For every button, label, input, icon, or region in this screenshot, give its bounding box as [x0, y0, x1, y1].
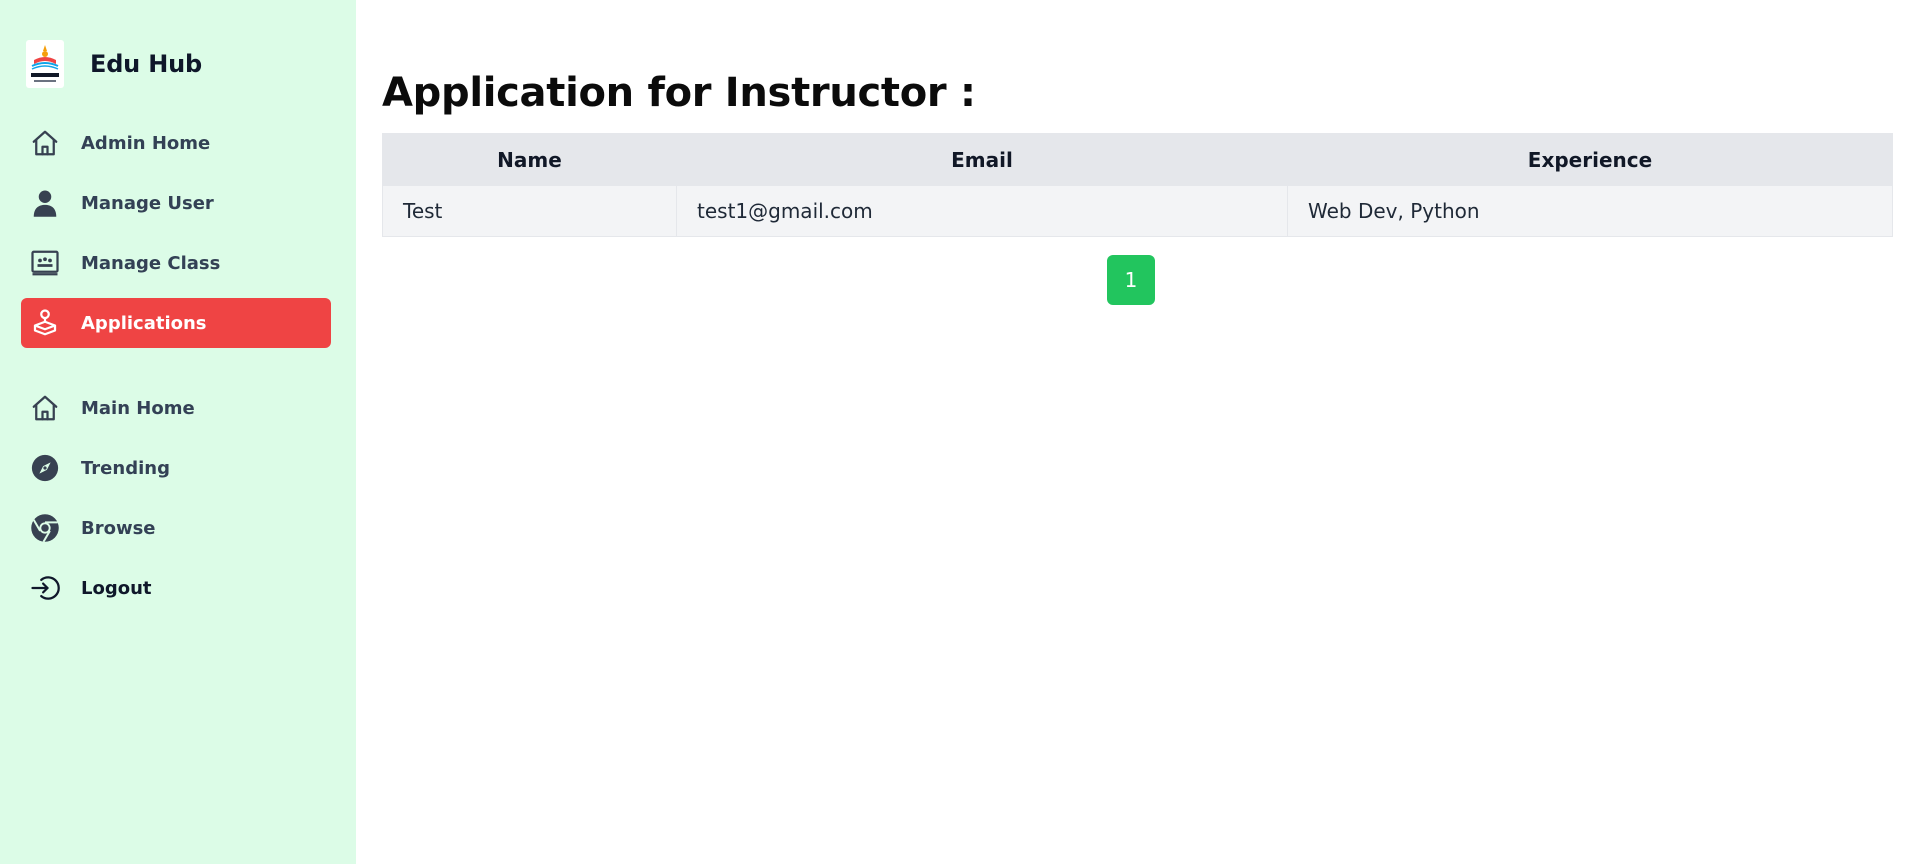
sidebar: Edu Hub Admin Home Manage User Manage Cl…: [0, 0, 356, 864]
main-nav: Main Home Trending Browse Logout: [21, 383, 331, 623]
main-content: Application for Instructor : Name Email …: [382, 0, 1893, 864]
admin-nav: Admin Home Manage User Manage Class Appl…: [21, 118, 331, 358]
sidebar-item-label: Applications: [81, 312, 207, 334]
sidebar-item-label: Manage User: [81, 192, 214, 214]
column-header-email: Email: [676, 133, 1288, 186]
sidebar-item-label: Admin Home: [81, 132, 211, 154]
sidebar-item-label: Browse: [81, 517, 156, 539]
table-row[interactable]: Test test1@gmail.com Web Dev, Python: [382, 185, 1893, 237]
cell-email: test1@gmail.com: [676, 185, 1288, 237]
column-header-name: Name: [382, 133, 677, 186]
table-header-row: Name Email Experience: [382, 133, 1893, 186]
cell-experience: Web Dev, Python: [1287, 185, 1893, 237]
sidebar-item-label: Main Home: [81, 397, 195, 419]
sidebar-item-label: Trending: [81, 457, 170, 479]
sidebar-item-label: Logout: [81, 577, 152, 599]
sidebar-item-main-home[interactable]: Main Home: [21, 383, 331, 433]
sidebar-item-label: Manage Class: [81, 252, 221, 274]
cell-name: Test: [382, 185, 677, 237]
edu-hub-logo: [26, 40, 64, 88]
applications-table: Name Email Experience Test test1@gmail.c…: [382, 133, 1893, 237]
sidebar-item-logout[interactable]: Logout: [21, 563, 331, 613]
chrome-icon: [30, 513, 60, 543]
app-root: Edu Hub Admin Home Manage User Manage Cl…: [0, 0, 1908, 864]
home-icon: [30, 393, 60, 423]
sidebar-item-browse[interactable]: Browse: [21, 503, 331, 553]
sidebar-item-manage-user[interactable]: Manage User: [21, 178, 331, 228]
applications-icon: [30, 308, 60, 338]
brand-name: Edu Hub: [90, 50, 202, 78]
logout-icon: [30, 573, 60, 603]
brand[interactable]: Edu Hub: [26, 38, 202, 90]
user-icon: [30, 188, 60, 218]
classroom-icon: [30, 248, 60, 278]
sidebar-item-applications[interactable]: Applications: [21, 298, 331, 348]
sidebar-item-admin-home[interactable]: Admin Home: [21, 118, 331, 168]
page-title: Application for Instructor :: [382, 70, 976, 116]
compass-icon: [30, 453, 60, 483]
column-header-experience: Experience: [1287, 133, 1893, 186]
pagination-page-button[interactable]: 1: [1107, 255, 1155, 305]
home-icon: [30, 128, 60, 158]
sidebar-item-manage-class[interactable]: Manage Class: [21, 238, 331, 288]
sidebar-item-trending[interactable]: Trending: [21, 443, 331, 493]
